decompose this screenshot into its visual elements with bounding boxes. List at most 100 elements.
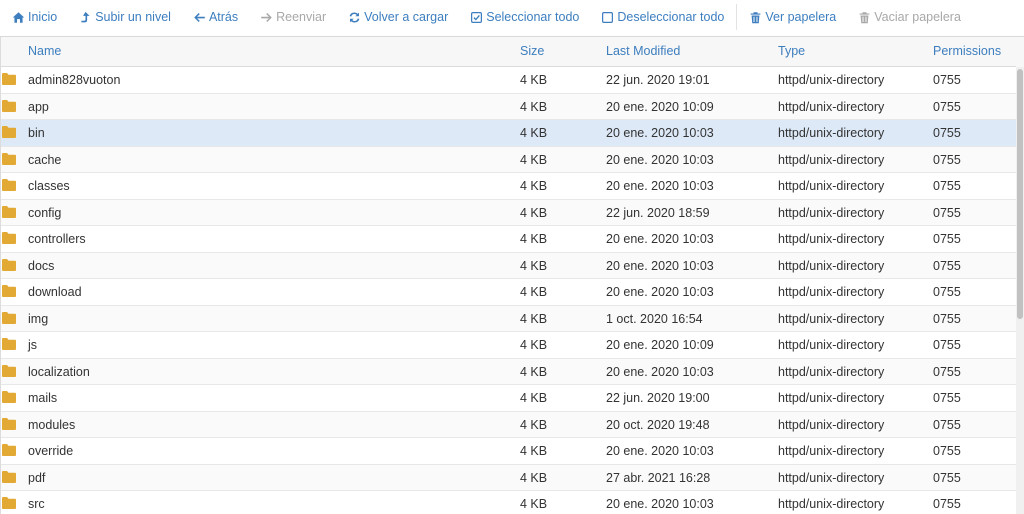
file-name[interactable]: override [28,438,73,464]
toolbar-divider [736,4,738,30]
file-type: httpd/unix-directory [778,99,885,114]
table-row[interactable]: js 4 KB 20 ene. 2020 10:09 httpd/unix-direc… [1,332,1016,359]
deselect-all-label: Deseleccionar todo [617,10,725,24]
vertical-scrollbar[interactable] [1016,67,1024,514]
table-row[interactable]: classes 4 KB 20 ene. 2020 10:03 httpd/unix-… [1,173,1016,200]
file-name[interactable]: pdf [28,465,45,491]
file-name[interactable]: classes [28,173,70,199]
scrollbar-thumb[interactable] [1017,69,1023,319]
table-row[interactable]: config 4 KB 22 jun. 2020 18:59 httpd/unix-d… [1,199,1016,226]
select-all-button[interactable]: Seleccionar todo [470,6,579,28]
up-level-button[interactable]: Subir un nivel [79,6,171,28]
table-row[interactable]: pdf 4 KB 27 abr. 2021 16:28 httpd/unix-dire… [1,464,1016,491]
file-modified: 20 ene. 2020 10:03 [606,126,714,140]
file-permissions: 0755 [933,258,961,273]
file-name[interactable]: modules [28,412,75,438]
file-permissions: 0755 [933,364,961,379]
view-trash-label: Ver papelera [765,10,837,24]
folder-icon [2,444,16,456]
file-modified: 20 ene. 2020 10:03 [606,232,714,246]
reload-button[interactable]: Volver a cargar [348,6,448,28]
view-trash-button[interactable]: Ver papelera [749,6,836,28]
file-size: 4 KB [520,232,548,246]
table-row[interactable]: override 4 KB 20 ene. 2020 10:03 httpd/unix… [1,438,1016,465]
deselect-all-button[interactable]: Deseleccionar todo [601,6,724,28]
home-button[interactable]: Inicio [12,6,57,28]
folder-icon [2,258,16,271]
column-header-size[interactable]: Size [520,37,544,66]
folder-icon [2,470,16,483]
file-permissions: 0755 [933,99,961,114]
file-name[interactable]: controllers [28,226,86,252]
file-modified: 27 abr. 2021 16:28 [606,470,711,485]
home-icon [12,11,25,23]
back-button[interactable]: Atrás [193,6,238,28]
home-label: Inicio [28,10,58,24]
folder-icon [2,73,16,85]
table-row[interactable]: modules 4 KB 20 oct. 2020 19:48 httpd/unix-… [1,411,1016,438]
file-type: httpd/unix-directory [778,126,885,140]
folder-icon [2,205,16,218]
file-name[interactable]: js [28,332,37,358]
folder-icon [2,391,16,403]
file-size: 4 KB [520,99,548,114]
folder-icon [2,179,16,191]
file-name[interactable]: localization [28,359,90,385]
file-permissions: 0755 [933,497,961,511]
file-name[interactable]: config [28,200,61,226]
file-permissions: 0755 [933,391,961,405]
table-row[interactable]: localization 4 KB 20 ene. 2020 10:03 httpd/… [1,358,1016,385]
table-row[interactable]: controllers 4 KB 20 ene. 2020 10:03 httpd/u… [1,226,1016,253]
table-row[interactable]: cache 4 KB 20 ene. 2020 10:03 httpd/unix-di… [1,146,1016,173]
file-name[interactable]: bin [28,120,45,146]
folder-icon [2,497,16,509]
column-header-modified[interactable]: Last Modified [606,37,680,66]
up-level-label: Subir un nivel [95,10,171,24]
file-name[interactable]: app [28,94,49,120]
file-name[interactable]: img [28,306,48,332]
file-name[interactable]: cache [28,147,61,173]
empty-trash-button[interactable]: Vaciar papelera [858,6,961,28]
column-header-type[interactable]: Type [778,37,805,66]
file-name[interactable]: download [28,279,82,305]
folder-icon [2,152,16,165]
file-modified: 20 ene. 2020 10:03 [606,152,714,167]
level-up-icon [81,11,90,22]
file-modified: 20 ene. 2020 10:03 [606,179,714,193]
file-modified: 22 jun. 2020 18:59 [606,205,710,220]
trash-icon [751,11,761,23]
forward-label: Reenviar [276,10,327,24]
file-type: httpd/unix-directory [778,152,885,167]
file-name[interactable]: src [28,491,45,514]
file-size: 4 KB [520,285,548,299]
table-row[interactable]: admin828vuoton 4 KB 22 jun. 2020 19:01 http… [1,67,1016,94]
file-name[interactable]: docs [28,253,54,279]
file-modified: 20 ene. 2020 10:03 [606,497,714,511]
file-type: httpd/unix-directory [778,179,885,193]
back-label: Atrás [208,10,239,24]
table-row[interactable]: docs 4 KB 20 ene. 2020 10:03 httpd/unix-dir… [1,252,1016,279]
file-modified: 20 ene. 2020 10:03 [606,364,714,379]
trash-icon [859,11,870,23]
column-header-name[interactable]: Name [28,37,61,66]
table-row[interactable]: img 4 KB 1 oct. 2020 16:54 httpd/unix-direc… [1,305,1016,332]
table-row[interactable]: mails 4 KB 22 jun. 2020 19:00 httpd/unix-di… [1,385,1016,412]
folder-icon [2,285,16,297]
table-row[interactable]: bin 4 KB 20 ene. 2020 10:03 httpd/unix-dire… [1,120,1016,147]
file-name[interactable]: admin828vuoton [28,67,120,93]
file-modified: 20 oct. 2020 19:48 [606,417,710,432]
file-list: Name Size Last Modified Type Permissions… [0,36,1024,514]
file-permissions: 0755 [933,417,961,432]
file-name[interactable]: mails [28,385,57,411]
file-type: httpd/unix-directory [778,232,885,246]
reload-label: Volver a cargar [364,10,449,24]
table-row[interactable]: src 4 KB 20 ene. 2020 10:03 httpd/unix-dire… [1,491,1016,514]
file-size: 4 KB [520,152,548,167]
table-row[interactable]: download 4 KB 20 ene. 2020 10:03 httpd/unix… [1,279,1016,306]
table-row[interactable]: app 4 KB 20 ene. 2020 10:09 httpd/unix-dire… [1,93,1016,120]
file-type: httpd/unix-directory [778,497,885,511]
column-header-permissions[interactable]: Permissions [933,37,1001,66]
folder-icon [2,232,16,244]
file-permissions: 0755 [933,152,961,167]
forward-button[interactable]: Reenviar [260,6,326,28]
